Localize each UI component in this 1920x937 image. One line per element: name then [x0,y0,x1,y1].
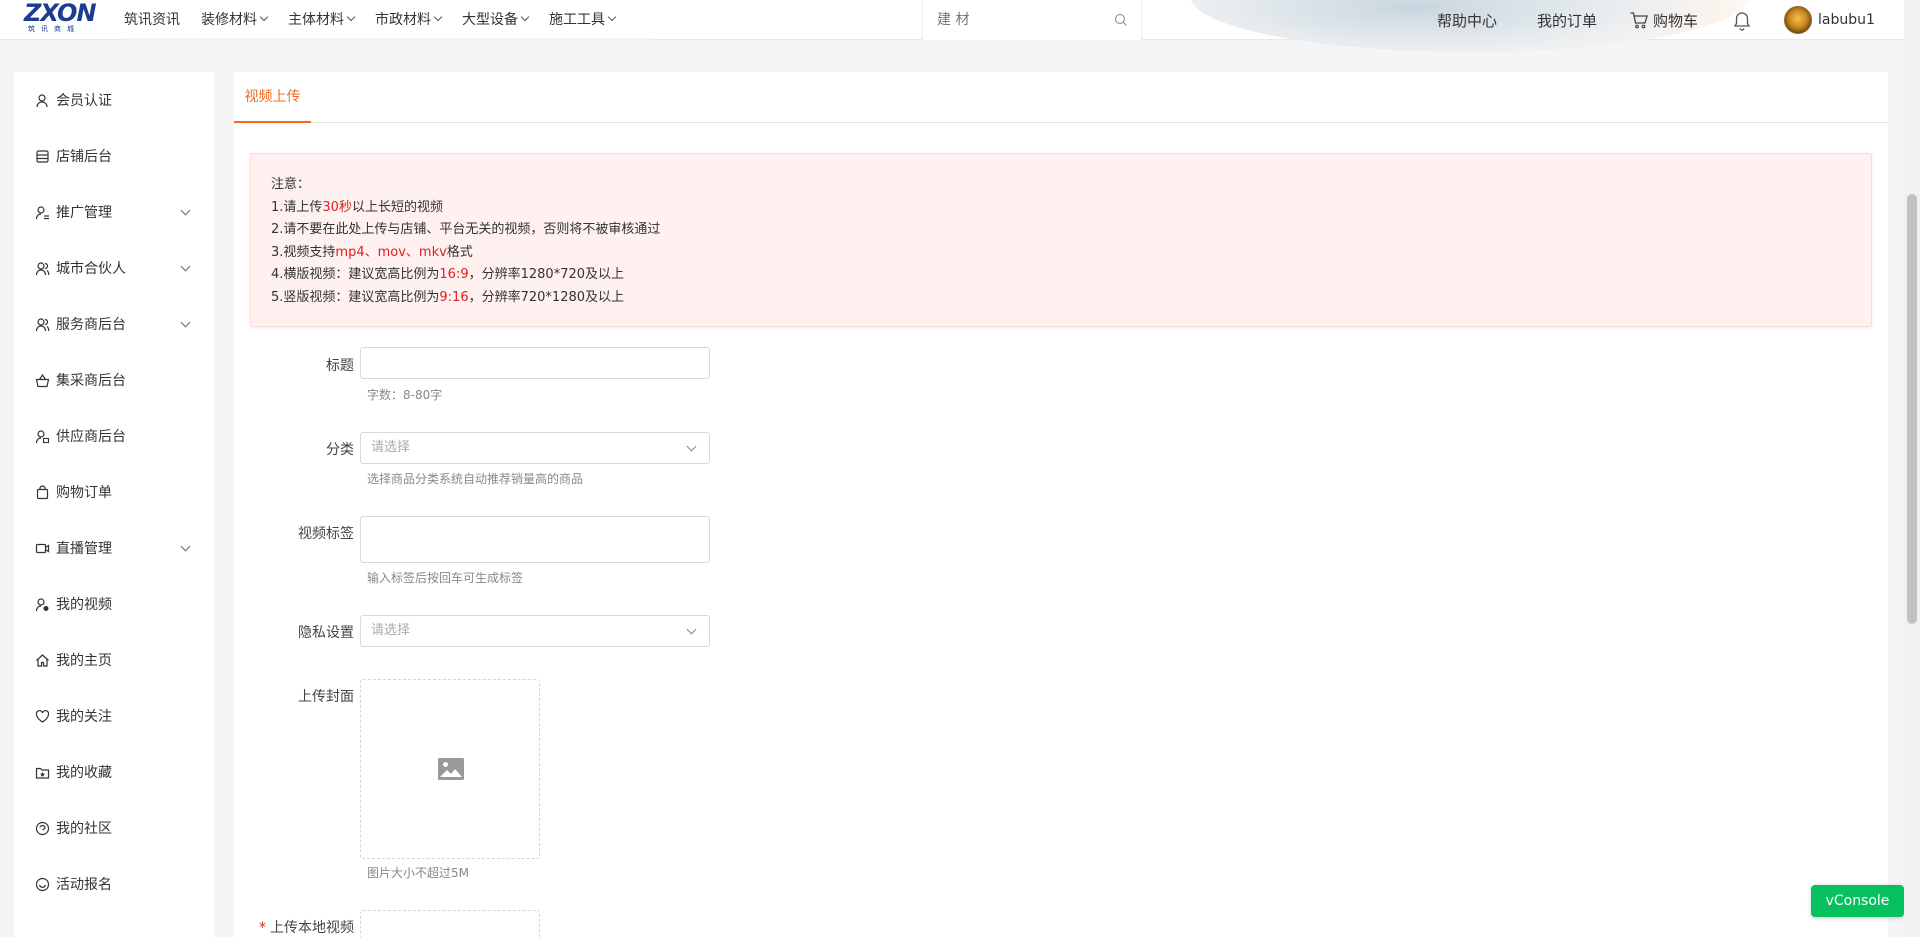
store-icon [36,149,49,163]
nav-divider [124,38,650,40]
title-field [360,347,710,379]
chevron-down-icon [433,12,443,22]
bag-icon [36,484,49,499]
privacy-select[interactable]: 请选择 [360,615,710,647]
notice-line: 2.请不要在此处上传与店铺、平台无关的视频，否则将不被审核通过 [271,222,661,237]
sidebar-item-partner[interactable]: 城市合伙人 [14,240,214,296]
chevron-down-icon [180,261,191,272]
tags-input[interactable] [361,517,709,562]
sidebar-item-orders[interactable]: 购物订单 [14,464,214,520]
chevron-down-icon [686,624,697,635]
title-hint: 字数：8-80字 [367,388,443,402]
privacy-label: 隐私设置 [298,625,354,641]
sidebar-item-events[interactable]: 活动报名 [14,856,214,912]
cover-hint: 图片大小不超过5M [367,866,469,880]
title-label: 标题 [326,358,354,374]
category-select[interactable]: 请选择 [360,432,710,464]
video-camera-icon [35,543,50,553]
chevron-down-icon [607,12,617,22]
sidebar-item-member[interactable]: 会员认证 [14,72,214,128]
nav-item-municipal[interactable]: 市政材料 [375,0,443,40]
tags-hint: 输入标签后按回车可生成标签 [367,571,524,585]
sidebar-item-promotion[interactable]: 推广管理 [14,184,214,240]
chevron-down-icon [180,317,191,328]
image-icon [438,758,464,780]
nav-item-tools[interactable]: 施工工具 [549,0,617,40]
chevron-down-icon [346,12,356,22]
chevron-down-icon [259,12,269,22]
heart-icon [35,709,50,723]
cover-label: 上传封面 [298,689,354,705]
bell-icon[interactable] [1731,10,1753,32]
search-input[interactable] [937,10,1107,30]
category-hint: 选择商品分类系统自动推荐销量高的商品 [367,472,584,486]
notice-line: 3.视频支持mp4、mov、mkv格式 [271,244,473,260]
vconsole-button[interactable]: vConsole [1811,885,1904,917]
partner-icon [35,261,50,275]
top-header: ZXON 筑讯商城 筑讯资讯 装修材料 主体材料 市政材料 大型设备 施工工具 … [0,0,1904,52]
search-box [922,0,1142,40]
chevron-down-icon [520,12,530,22]
community-icon [35,821,50,835]
tab-bar: 视频上传 [234,72,1888,123]
sidebar-item-supplier[interactable]: 供应商后台 [14,408,214,464]
sidebar-item-favorites[interactable]: 我的收藏 [14,744,214,800]
sidebar: 会员认证 店铺后台 推广管理 城市合伙人 服务商后台 集采商后台 供应商后台 购… [14,72,214,937]
user-video-icon [35,597,49,611]
event-icon [35,877,50,891]
cart-link[interactable]: 购物车 [1629,0,1698,40]
main-panel: 视频上传 注意： 1.请上传30秒以上长短的视频 2.请不要在此处上传与店铺、平… [234,72,1888,937]
nav-item-equipment[interactable]: 大型设备 [462,0,530,40]
video-upload-box[interactable] [360,910,540,937]
my-orders-link[interactable]: 我的订单 [1537,0,1597,40]
promotion-icon [35,205,49,219]
home-icon [36,653,49,667]
cover-upload-box[interactable] [360,679,540,859]
search-icon[interactable] [1114,13,1128,27]
star-folder-icon [35,767,50,779]
help-center-link[interactable]: 帮助中心 [1437,0,1497,40]
nav-item-decoration[interactable]: 装修材料 [201,0,269,40]
tags-field [360,516,710,563]
site-logo[interactable]: ZXON 筑讯商城 [24,1,98,38]
category-label: 分类 [326,442,354,458]
tags-label: 视频标签 [298,526,354,542]
video-label: * 上传本地视频 [259,920,354,936]
cart-icon [1630,12,1648,29]
notice-line: 5.竖版视频：建议宽高比例为9:16，分辨率720*1280及以上 [271,289,625,305]
sidebar-item-community[interactable]: 我的社区 [14,800,214,856]
chevron-down-icon [686,441,697,452]
sidebar-item-live[interactable]: 直播管理 [14,520,214,576]
notice-line: 4.横版视频：建议宽高比例为16:9，分辨率1280*720及以上 [271,267,625,282]
notice-title: 注意： [271,177,311,192]
sidebar-item-store[interactable]: 店铺后台 [14,128,214,184]
chevron-down-icon [180,205,191,216]
scrollbar-thumb[interactable] [1907,194,1917,624]
username[interactable]: labubu1 [1818,0,1875,40]
nav-item-structure[interactable]: 主体材料 [288,0,356,40]
tab-video-upload[interactable]: 视频上传 [234,72,311,123]
basket-icon [35,373,50,387]
sidebar-item-procurement[interactable]: 集采商后台 [14,352,214,408]
member-icon [36,93,48,107]
sidebar-item-service[interactable]: 服务商后台 [14,296,214,352]
upload-notice: 注意： 1.请上传30秒以上长短的视频 2.请不要在此处上传与店铺、平台无关的视… [250,153,1872,327]
notice-line: 1.请上传30秒以上长短的视频 [271,199,443,215]
main-nav: 筑讯资讯 装修材料 主体材料 市政材料 大型设备 施工工具 [124,0,636,40]
sidebar-item-my-videos[interactable]: 我的视频 [14,576,214,632]
nav-item-news[interactable]: 筑讯资讯 [124,0,180,40]
page-scrollbar[interactable] [1904,0,1920,937]
chevron-down-icon [180,541,191,552]
service-icon [35,317,50,331]
sidebar-item-homepage[interactable]: 我的主页 [14,632,214,688]
title-input[interactable] [361,348,709,378]
sidebar-item-follows[interactable]: 我的关注 [14,688,214,744]
avatar[interactable] [1784,6,1812,34]
supplier-icon [35,429,50,443]
